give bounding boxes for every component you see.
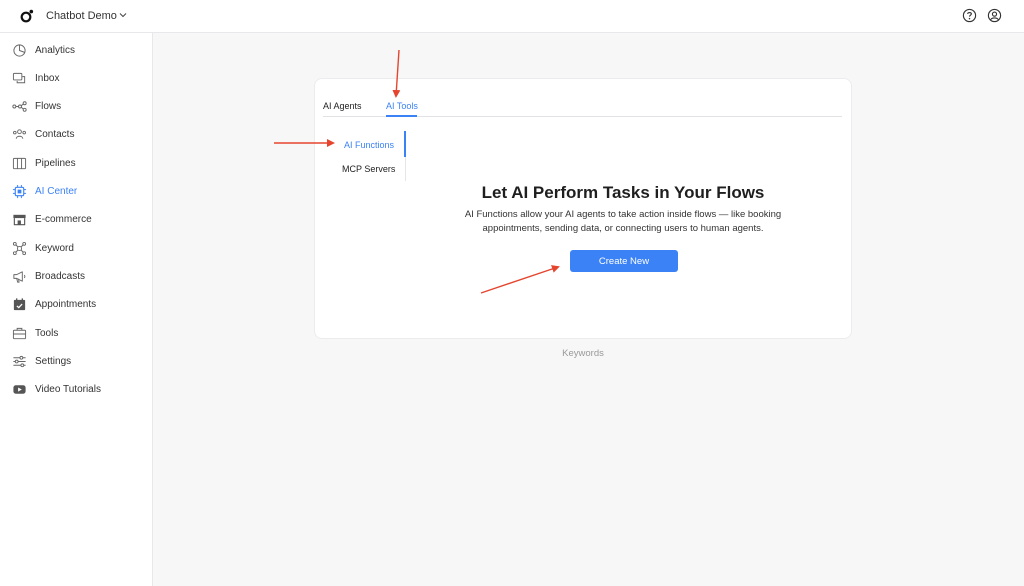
sidebar-item-label: Settings	[35, 356, 72, 367]
sidebar-item-video-tutorials[interactable]: Video Tutorials	[0, 379, 152, 401]
subnav-divider	[405, 157, 406, 181]
sidebar-item-label: AI Center	[35, 186, 78, 197]
sidebar-item-settings[interactable]: Settings	[0, 351, 152, 373]
ai-tools-card: AI Agents AI Tools AI Functions MCP Serv…	[315, 79, 851, 338]
youtube-icon	[13, 385, 26, 394]
active-tab-indicator	[386, 115, 417, 117]
keyword-icon	[12, 241, 27, 256]
sidebar-item-ai-center[interactable]: AI Center	[0, 181, 152, 203]
flows-icon	[12, 101, 27, 112]
sidebar-item-label: Flows	[35, 101, 62, 112]
user-circle-icon[interactable]	[987, 8, 1002, 23]
workspace-name[interactable]: Chatbot Demo	[46, 10, 117, 22]
sidebar-item-label: Inbox	[35, 73, 60, 84]
sidebar-item-keyword[interactable]: Keyword	[0, 238, 152, 260]
top-bar: Chatbot Demo	[0, 0, 1024, 33]
active-subnav-indicator	[404, 131, 406, 157]
tab-ai-agents[interactable]: AI Agents	[323, 101, 362, 111]
sliders-icon	[13, 355, 26, 368]
help-circle-icon[interactable]	[962, 8, 977, 23]
sidebar: Analytics Inbox Flows Contacts Pipelines…	[0, 33, 153, 586]
tab-ai-tools[interactable]: AI Tools	[386, 101, 418, 111]
sidebar-item-label: Contacts	[35, 129, 75, 140]
ai-chip-icon	[12, 184, 27, 199]
contacts-icon	[13, 129, 26, 139]
app-logo-icon[interactable]	[19, 8, 35, 24]
sidebar-item-label: Tools	[35, 328, 59, 339]
subnav-mcp-servers[interactable]: MCP Servers	[342, 164, 395, 174]
sidebar-item-tools[interactable]: Tools	[0, 323, 152, 345]
sidebar-item-label: Broadcasts	[35, 271, 86, 282]
pipelines-icon	[12, 157, 27, 170]
sidebar-item-pipelines[interactable]: Pipelines	[0, 153, 152, 175]
inbox-icon	[12, 72, 26, 84]
sidebar-item-contacts[interactable]: Contacts	[0, 124, 152, 146]
sidebar-item-appointments[interactable]: Appointments	[0, 294, 152, 316]
create-new-button[interactable]: Create New	[570, 250, 678, 272]
sidebar-item-broadcasts[interactable]: Broadcasts	[0, 266, 152, 288]
sidebar-item-label: Video Tutorials	[35, 384, 101, 395]
megaphone-icon	[13, 271, 26, 283]
toolbox-icon	[12, 327, 27, 340]
sidebar-item-label: Appointments	[35, 299, 97, 310]
sidebar-item-label: Analytics	[35, 45, 76, 56]
analytics-icon	[13, 44, 26, 57]
sidebar-item-flows[interactable]: Flows	[0, 96, 152, 118]
sidebar-item-label: Pipelines	[35, 158, 76, 169]
sidebar-item-analytics[interactable]: Analytics	[0, 40, 152, 62]
store-icon	[13, 214, 26, 226]
sidebar-item-ecommerce[interactable]: E-commerce	[0, 209, 152, 231]
empty-state-description: AI Functions allow your AI agents to tak…	[464, 209, 782, 234]
sidebar-item-label: Keyword	[35, 243, 74, 254]
keywords-label: Keywords	[562, 348, 604, 359]
chevron-down-icon[interactable]	[118, 10, 128, 20]
subnav-ai-functions[interactable]: AI Functions	[344, 140, 394, 150]
empty-state-title: Let AI Perform Tasks in Your Flows	[481, 183, 765, 202]
sidebar-item-inbox[interactable]: Inbox	[0, 68, 152, 90]
sidebar-item-label: E-commerce	[35, 214, 92, 225]
calendar-icon	[13, 298, 26, 311]
